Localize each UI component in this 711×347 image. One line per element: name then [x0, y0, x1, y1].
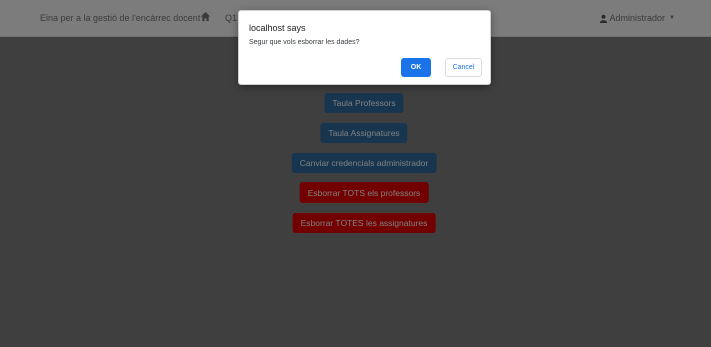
dialog-message: Segur que vols esborrar les dades? — [249, 39, 360, 46]
confirm-dialog: localhost says Segur que vols esborrar l… — [238, 10, 491, 85]
ok-button[interactable]: OK — [401, 58, 431, 77]
cancel-button[interactable]: Cancel — [445, 58, 482, 77]
dialog-title: localhost says — [249, 23, 306, 33]
